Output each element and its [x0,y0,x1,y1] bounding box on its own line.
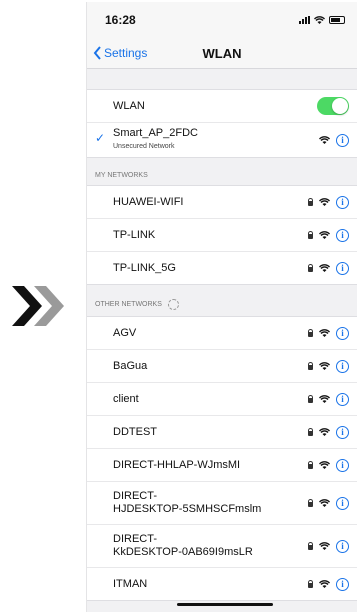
connected-network-name: Smart_AP_2FDC [113,127,198,139]
network-icons: i [308,228,349,242]
network-name: TP-LINK [113,228,156,241]
nav-bar: Settings WLAN [87,38,357,69]
status-time: 16:28 [105,13,136,27]
status-bar: 16:28 [87,2,357,38]
network-name: HUAWEI-WIFI [113,195,184,208]
wifi-icon [319,498,330,508]
network-name: client [113,392,139,405]
spacer [87,69,357,89]
connected-network-icons: i [319,133,349,147]
other-networks-header-label: OTHER NETWORKS [95,301,162,308]
other-networks-list: AGV i BaGua i client i DDTEST i DIRECT-HHLAP-WJm… [87,316,357,601]
info-icon[interactable]: i [336,261,349,275]
wifi-icon [319,263,330,273]
lock-icon [308,329,313,337]
wifi-icon [319,328,330,338]
lock-icon [308,264,313,272]
network-row[interactable]: DDTEST i [87,416,357,449]
back-button[interactable]: Settings [87,46,147,60]
back-chevron-icon [93,46,101,60]
info-icon[interactable]: i [336,425,349,439]
phone-screen: 16:28 Settings WLAN WLAN ✓ Smart_AP_2FDC [86,2,357,612]
network-icons: i [308,425,349,439]
lock-icon [308,542,313,550]
network-icons: i [308,195,349,209]
info-icon[interactable]: i [336,326,349,340]
info-icon[interactable]: i [336,228,349,242]
wifi-icon [319,460,330,470]
wifi-icon [319,197,330,207]
connected-network-row[interactable]: ✓ Smart_AP_2FDC Unsecured Network i [87,123,357,157]
wifi-icon [319,361,330,371]
network-row[interactable]: AGV i [87,317,357,350]
info-icon[interactable]: i [336,392,349,406]
network-name: DIRECT-HHLAP-WJmsMI [113,458,241,471]
network-row[interactable]: TP-LINK i [87,219,357,252]
connected-network-info: Smart_AP_2FDC Unsecured Network [113,114,198,166]
wifi-icon [319,394,330,404]
wlan-toggle[interactable] [317,97,349,115]
chevron-right-icon [12,286,64,326]
network-name: AGV [113,326,137,339]
network-icons: i [308,326,349,340]
network-row[interactable]: DIRECT- HJDESKTOP-5SMHSCFmslm i [87,482,357,525]
network-icons: i [308,539,349,553]
connected-network-security: Unsecured Network [113,143,175,150]
info-icon[interactable]: i [336,577,349,591]
back-label: Settings [104,46,148,60]
network-icons: i [308,458,349,472]
network-row[interactable]: DIRECT-HHLAP-WJmsMI i [87,449,357,482]
network-icons: i [308,577,349,591]
home-indicator [177,603,273,606]
network-icons: i [308,496,349,510]
network-row[interactable]: BaGua i [87,350,357,383]
wifi-status-icon [314,15,325,25]
network-name: TP-LINK_5G [113,261,176,274]
network-name: BaGua [113,359,148,372]
network-name: DIRECT- HJDESKTOP-5SMHSCFmslm [113,490,262,515]
lock-icon [308,428,313,436]
wifi-icon [319,135,330,145]
lock-icon [308,362,313,370]
my-networks-header-label: MY NETWORKS [95,172,148,179]
signal-icon [299,16,310,24]
wifi-icon [319,230,330,240]
network-name: DIRECT- KkDESKTOP-0AB69I9msLR [113,533,253,558]
spinner-icon [167,299,179,310]
network-row[interactable]: ITMAN i [87,568,357,600]
status-icons [299,15,345,25]
lock-icon [308,499,313,507]
lock-icon [308,395,313,403]
lock-icon [308,198,313,206]
info-icon[interactable]: i [336,496,349,510]
info-icon[interactable]: i [336,458,349,472]
network-row[interactable]: TP-LINK_5G i [87,252,357,284]
lock-icon [308,231,313,239]
network-row[interactable]: HUAWEI-WIFI i [87,186,357,219]
my-networks-list: HUAWEI-WIFI i TP-LINK i TP-LINK_5G i [87,185,357,285]
lock-icon [308,580,313,588]
info-icon[interactable]: i [336,195,349,209]
wlan-label: WLAN [113,99,145,112]
lock-icon [308,461,313,469]
network-icons: i [308,261,349,275]
info-icon[interactable]: i [336,133,349,147]
network-icons: i [308,392,349,406]
wifi-icon [319,579,330,589]
info-icon[interactable]: i [336,359,349,373]
network-icons: i [308,359,349,373]
checkmark-icon: ✓ [95,131,106,145]
network-name: DDTEST [113,425,157,438]
network-row[interactable]: client i [87,383,357,416]
other-networks-header: OTHER NETWORKS [87,285,357,316]
wlan-group: WLAN ✓ Smart_AP_2FDC Unsecured Network i [87,89,357,158]
battery-icon [329,16,345,24]
wifi-icon [319,427,330,437]
network-name: ITMAN [113,577,148,590]
network-row[interactable]: DIRECT- KkDESKTOP-0AB69I9msLR i [87,525,357,568]
info-icon[interactable]: i [336,539,349,553]
wifi-icon [319,541,330,551]
